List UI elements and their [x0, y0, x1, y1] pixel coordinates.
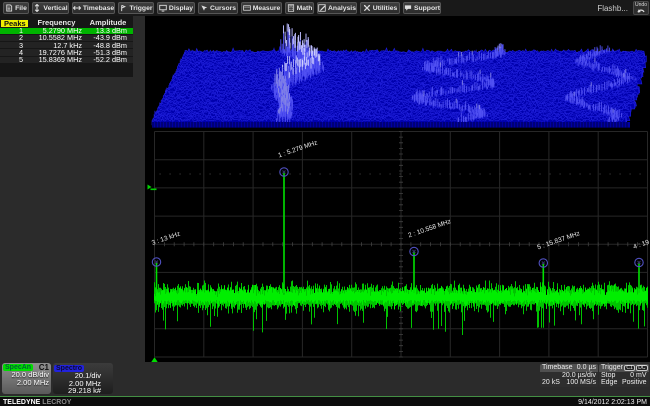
- svg-text:1 : 5.279 MHz: 1 : 5.279 MHz: [277, 139, 318, 159]
- svg-text:5 : 15.837 MHz: 5 : 15.837 MHz: [536, 230, 581, 251]
- svg-text:2 : 10.558 MHz: 2 : 10.558 MHz: [407, 218, 452, 239]
